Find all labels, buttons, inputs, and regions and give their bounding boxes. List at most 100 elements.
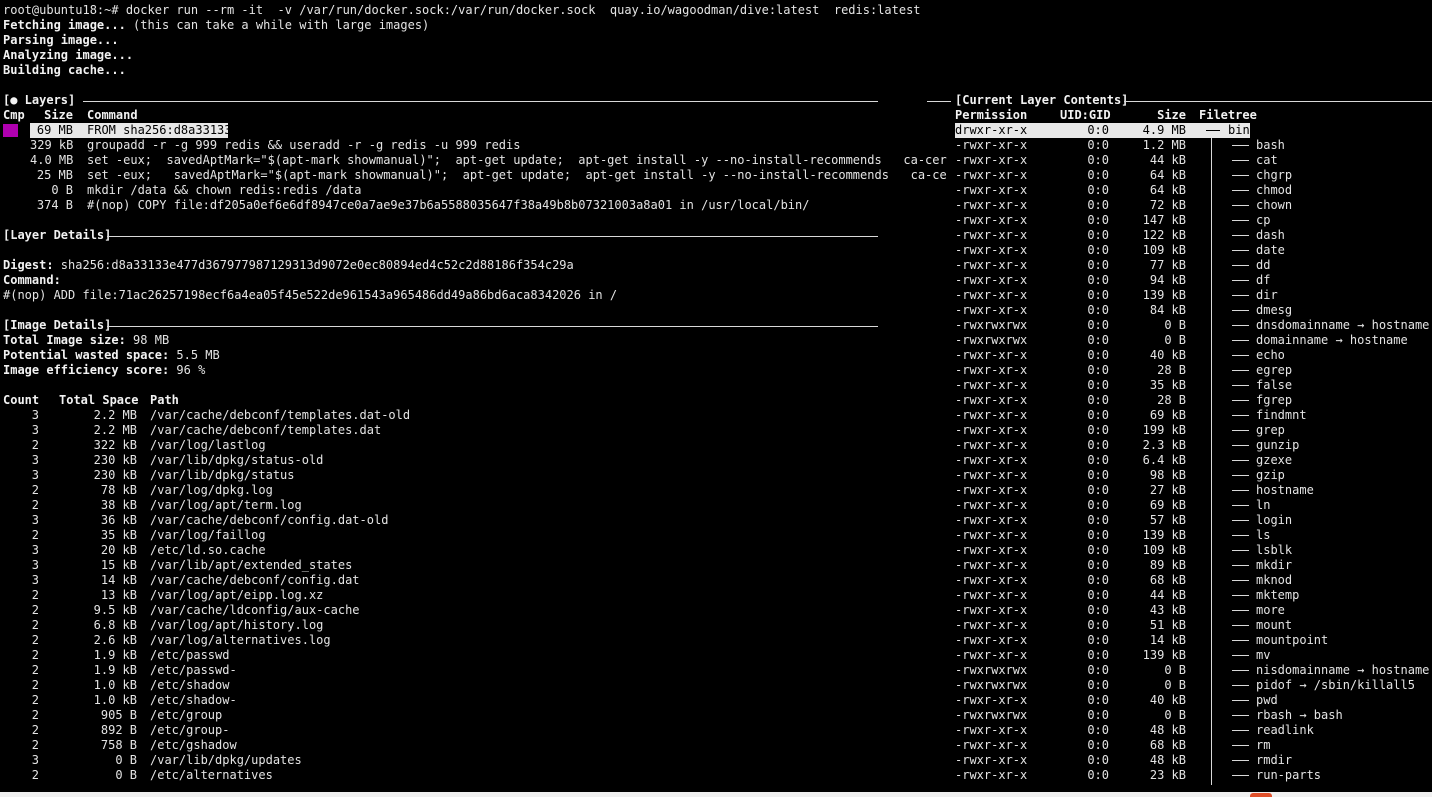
tree-perm: -rwxr-xr-x [955, 648, 1028, 662]
layer-cmp-indicator [3, 124, 18, 137]
filetree-row[interactable]: -rwxr-xr-x 0:0 69 kB findmnt [955, 408, 1432, 423]
tree-perm: -rwxr-xr-x [955, 153, 1028, 167]
tree-size: 139 kB [1142, 528, 1186, 542]
filetree-row[interactable]: -rwxr-xr-x 0:0 64 kB chmod [955, 183, 1432, 198]
filetree-row[interactable]: -rwxr-xr-x 0:0 122 kB dash [955, 228, 1432, 243]
filetree-row[interactable]: -rwxrwxrwx 0:0 0 B dnsdomainname → hostname [955, 318, 1432, 333]
wasted-file-path: /etc/passwd- [150, 663, 237, 677]
wasted-file-count: 2 [31, 708, 39, 722]
tree-branch-line [1232, 445, 1249, 446]
tree-size: 57 kB [1149, 513, 1186, 527]
tree-perm: -rwxr-xr-x [955, 498, 1028, 512]
filetree-row[interactable]: -rwxr-xr-x 0:0 109 kB date [955, 243, 1432, 258]
filetree-row[interactable]: -rwxr-xr-x 0:0 94 kB df [955, 273, 1432, 288]
tree-name: login [1256, 513, 1293, 527]
wasted-col-total: Total Space [59, 393, 139, 407]
filetree-row[interactable]: -rwxr-xr-x 0:0 139 kB ls [955, 528, 1432, 543]
filetree-row[interactable]: -rwxr-xr-x 0:0 109 kB lsblk [955, 543, 1432, 558]
filetree-row[interactable]: -rwxr-xr-x 0:0 57 kB login [955, 513, 1432, 528]
tree-size: 40 kB [1149, 348, 1186, 362]
wasted-file-space: 13 kB [100, 588, 137, 602]
tree-size: 109 kB [1142, 243, 1186, 257]
shell-output-line: Parsing image... [3, 33, 119, 48]
filetree-row[interactable]: -rwxr-xr-x 0:0 64 kB chgrp [955, 168, 1432, 183]
filetree-row[interactable]: -rwxr-xr-x 0:0 14 kB mountpoint [955, 633, 1432, 648]
filetree-row[interactable]: -rwxr-xr-x 0:0 89 kB mkdir [955, 558, 1432, 573]
filetree-row[interactable]: -rwxr-xr-x 0:0 77 kB dd [955, 258, 1432, 273]
tree-name: chmod [1256, 183, 1293, 197]
layer-row[interactable]: 4.0 MB set -eux; savedAptMark="$(apt-mark… [0, 153, 950, 168]
filetree-row[interactable]: -rwxr-xr-x 0:0 72 kB chown [955, 198, 1432, 213]
terminal-window[interactable]: root@ubuntu18:~# docker run --rm -it -v … [0, 0, 1432, 792]
contents-title-rule [1124, 101, 1432, 102]
tree-branch-line [1232, 490, 1249, 491]
tree-size: 109 kB [1142, 543, 1186, 557]
filetree-row[interactable]: -rwxr-xr-x 0:0 28 B egrep [955, 363, 1432, 378]
tree-name: mktemp [1256, 588, 1300, 602]
tree-perm: -rwxr-xr-x [955, 723, 1028, 737]
layers-title-rule [83, 101, 878, 102]
shell-command-line: root@ubuntu18:~# docker run --rm -it -v … [3, 3, 921, 18]
filetree-row[interactable]: -rwxr-xr-x 0:0 199 kB grep [955, 423, 1432, 438]
filetree-row[interactable]: -rwxrwxrwx 0:0 0 B pidof → /sbin/killall5 [955, 678, 1432, 693]
wasted-file-space: 1.0 kB [93, 678, 137, 692]
tree-size: 0 B [1164, 663, 1186, 677]
filetree-row[interactable]: -rwxr-xr-x 0:0 139 kB mv [955, 648, 1432, 663]
filetree-row[interactable]: -rwxrwxrwx 0:0 0 B nisdomainname → hostname [955, 663, 1432, 678]
mouse-cursor-icon [1250, 793, 1272, 797]
layer-size: 25 MB [36, 168, 73, 182]
filetree-row[interactable]: -rwxr-xr-x 0:0 44 kB mktemp [955, 588, 1432, 603]
filetree-row[interactable]: -rwxr-xr-x 0:0 68 kB mknod [955, 573, 1432, 588]
tree-uid: 0:0 [1087, 438, 1109, 452]
tree-branch-line [1232, 700, 1249, 701]
wasted-file-row: 3 230 kB/var/lib/dpkg/status [0, 468, 880, 483]
tree-branch-line [1232, 610, 1249, 611]
layer-row[interactable]: 0 B mkdir /data && chown redis:redis /dat… [0, 183, 950, 198]
tree-branch-line [1232, 175, 1249, 176]
layer-row[interactable]: 374 B #(nop) COPY file:df205a0ef6e6df8947… [0, 198, 950, 213]
tree-branch-line [1232, 505, 1249, 506]
filetree-row[interactable]: -rwxr-xr-x 0:0 23 kB run-parts [955, 768, 1432, 783]
tree-perm: -rwxr-xr-x [955, 618, 1028, 632]
wasted-file-space: 9.5 kB [93, 603, 137, 617]
filetree-row[interactable]: -rwxr-xr-x 0:0 68 kB rm [955, 738, 1432, 753]
layer-row[interactable]: 25 MB set -eux; savedAptMark="$(apt-mark … [0, 168, 950, 183]
filetree-row[interactable]: -rwxr-xr-x 0:0 40 kB echo [955, 348, 1432, 363]
filetree-row[interactable]: -rwxr-xr-x 0:0 6.4 kB gzexe [955, 453, 1432, 468]
filetree-row[interactable]: -rwxr-xr-x 0:0 98 kB gzip [955, 468, 1432, 483]
filetree-row[interactable]: -rwxr-xr-x 0:0 48 kB rmdir [955, 753, 1432, 768]
window-bottom-edge [0, 792, 1432, 797]
tree-perm: -rwxr-xr-x [955, 168, 1028, 182]
filetree-row[interactable]: -rwxr-xr-x 0:0 139 kB dir [955, 288, 1432, 303]
filetree-row[interactable]: -rwxr-xr-x 0:0 147 kB cp [955, 213, 1432, 228]
filetree-row[interactable]: -rwxr-xr-x 0:0 51 kB mount [955, 618, 1432, 633]
tree-size: 64 kB [1149, 183, 1186, 197]
filetree-row[interactable]: -rwxr-xr-x 0:0 28 B fgrep [955, 393, 1432, 408]
filetree-row[interactable]: -rwxr-xr-x 0:0 44 kB cat [955, 153, 1432, 168]
filetree-row[interactable]: -rwxr-xr-x 0:0 69 kB ln [955, 498, 1432, 513]
tree-size: 72 kB [1149, 198, 1186, 212]
filetree-row[interactable]: -rwxr-xr-x 0:0 27 kB hostname [955, 483, 1432, 498]
filetree-row[interactable]: -rwxr-xr-x 0:0 48 kB readlink [955, 723, 1432, 738]
tree-branch-line [1206, 130, 1220, 131]
tree-name: chgrp [1256, 168, 1293, 182]
layer-row[interactable]: 329 kB groupadd -r -g 999 redis && userad… [0, 138, 950, 153]
filetree-row[interactable]: -rwxr-xr-x 0:0 43 kB more [955, 603, 1432, 618]
tree-name: chown [1256, 198, 1293, 212]
wasted-file-count: 3 [31, 513, 39, 527]
filetree-root-row[interactable]: drwxr-xr-x 0:0 4.9 MB bin [955, 123, 1250, 138]
wasted-file-space: 230 kB [93, 453, 137, 467]
filetree-row[interactable]: -rwxrwxrwx 0:0 0 B rbash → bash [955, 708, 1432, 723]
filetree-row[interactable]: -rwxr-xr-x 0:0 2.3 kB gunzip [955, 438, 1432, 453]
filetree-row[interactable]: -rwxr-xr-x 0:0 84 kB dmesg [955, 303, 1432, 318]
filetree-row[interactable]: -rwxr-xr-x 0:0 40 kB pwd [955, 693, 1432, 708]
layer-command: FROM sha256:d8a33133 [87, 123, 232, 137]
tree-perm: -rwxr-xr-x [955, 543, 1028, 557]
tree-branch-line [1232, 760, 1249, 761]
tree-size: 68 kB [1149, 738, 1186, 752]
layer-row[interactable]: 69 MB FROM sha256:d8a33133 [0, 123, 950, 138]
filetree-row[interactable]: -rwxr-xr-x 0:0 1.2 MB bash [955, 138, 1432, 153]
filetree-row[interactable]: -rwxrwxrwx 0:0 0 B domainname → hostname [955, 333, 1432, 348]
filetree-row[interactable]: -rwxr-xr-x 0:0 35 kB false [955, 378, 1432, 393]
layer-details-rule [107, 236, 878, 237]
